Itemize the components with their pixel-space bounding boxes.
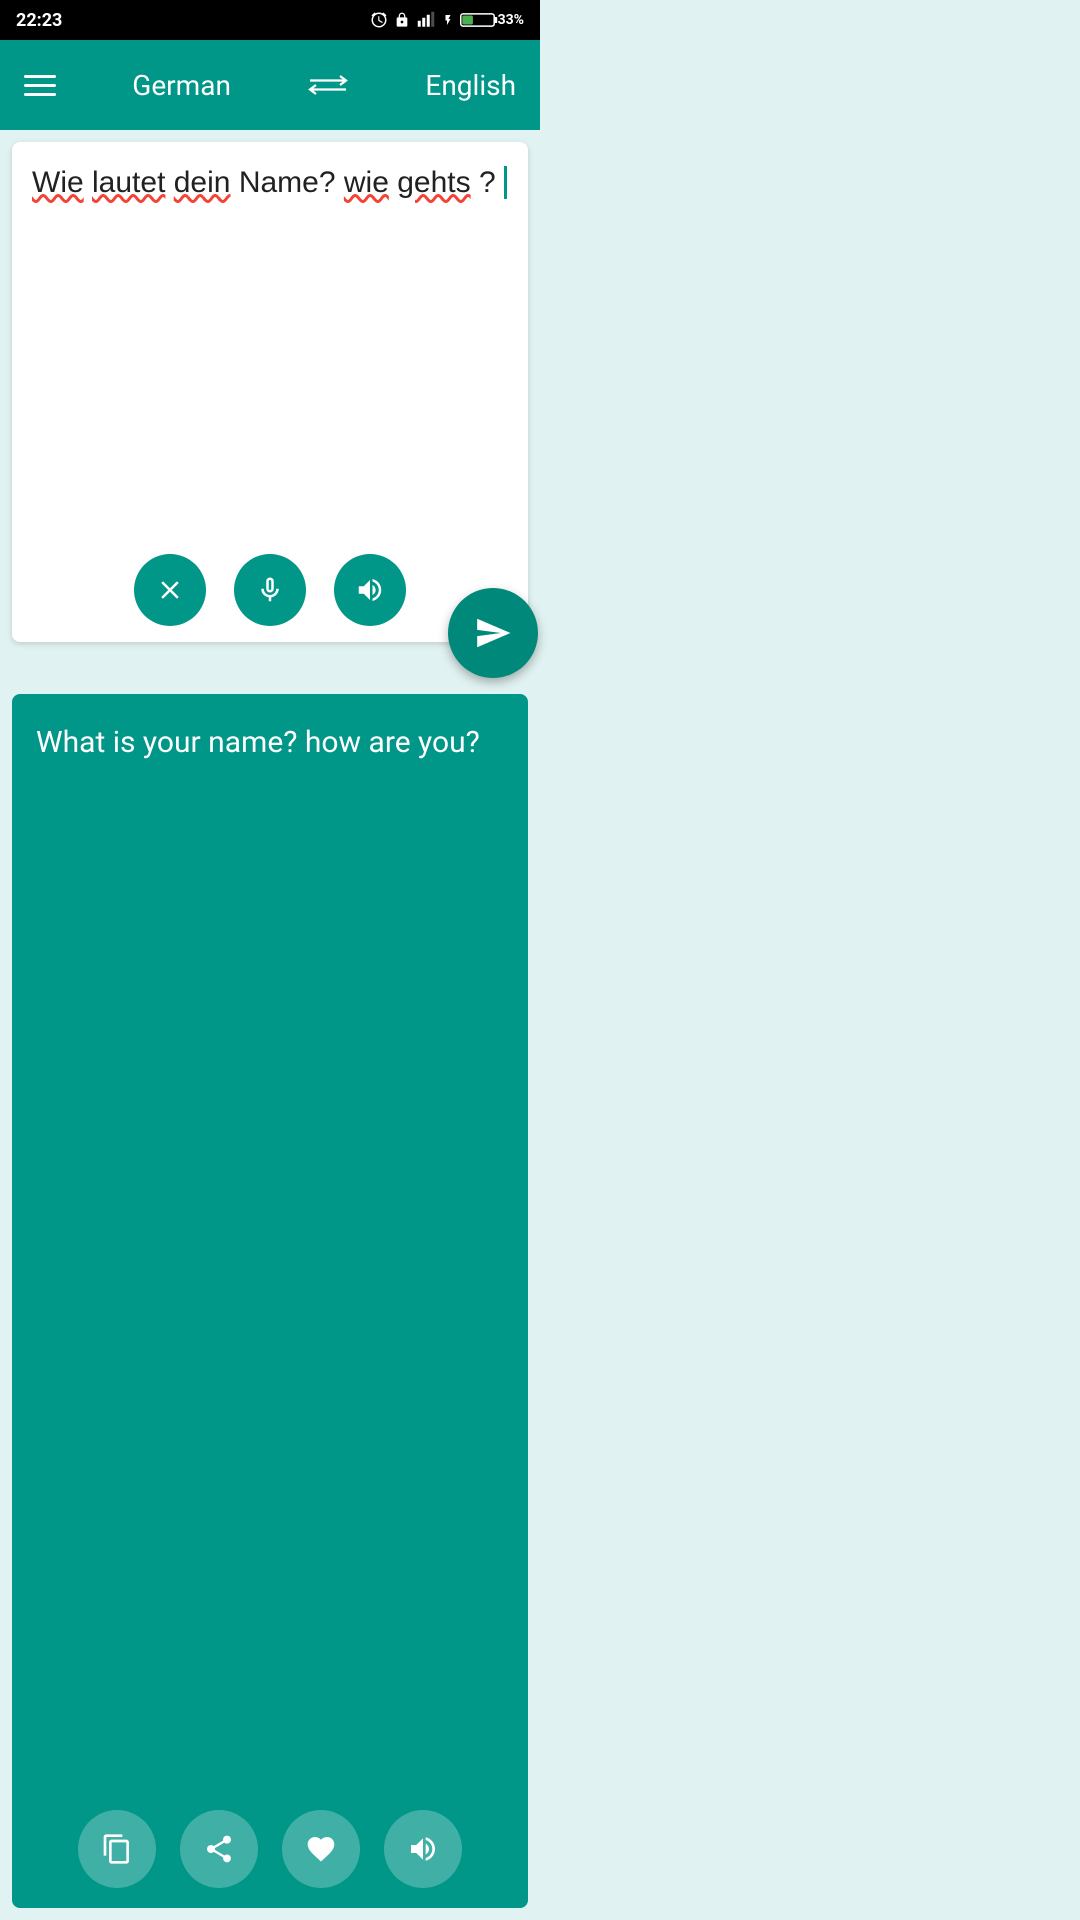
speaker-input-button[interactable] [334, 554, 406, 626]
nav-bar: German English [0, 40, 540, 130]
lock-icon [394, 11, 410, 29]
main-content: Wie lautet dein Name? wie gehts ? [0, 130, 540, 1920]
clear-button[interactable] [134, 554, 206, 626]
translated-text: What is your name? how are you? [36, 722, 504, 1790]
translate-button[interactable] [448, 588, 538, 678]
signal-icon [416, 11, 436, 29]
input-action-bar [32, 554, 508, 626]
status-bar: 22:23 33% [0, 0, 540, 40]
microphone-button[interactable] [234, 554, 306, 626]
word-wie2: wie [344, 166, 389, 199]
battery-level [460, 11, 498, 29]
word-dein: dein [174, 166, 231, 199]
battery-icon [460, 11, 498, 29]
text-cursor [504, 166, 507, 199]
status-icons: 33% [370, 11, 524, 29]
source-text-input[interactable]: Wie lautet dein Name? wie gehts ? [32, 162, 508, 538]
charging-icon [442, 11, 454, 29]
menu-button[interactable] [24, 75, 56, 96]
swap-languages-button[interactable] [307, 69, 349, 101]
alarm-icon [370, 11, 388, 29]
input-section: Wie lautet dein Name? wie gehts ? [12, 142, 528, 642]
word-wie: Wie [32, 166, 84, 199]
word-lautet: lautet [92, 166, 165, 199]
share-button[interactable] [180, 1810, 258, 1888]
copy-button[interactable] [78, 1810, 156, 1888]
favorite-button[interactable] [282, 1810, 360, 1888]
source-language[interactable]: German [132, 69, 231, 102]
word-gehts: gehts [397, 166, 470, 199]
battery-percent: 33% [498, 12, 524, 28]
speaker-output-button[interactable] [384, 1810, 462, 1888]
target-language[interactable]: English [425, 69, 516, 102]
output-section: What is your name? how are you? [12, 694, 528, 1908]
status-time: 22:23 [16, 10, 62, 31]
output-action-bar [36, 1810, 504, 1888]
